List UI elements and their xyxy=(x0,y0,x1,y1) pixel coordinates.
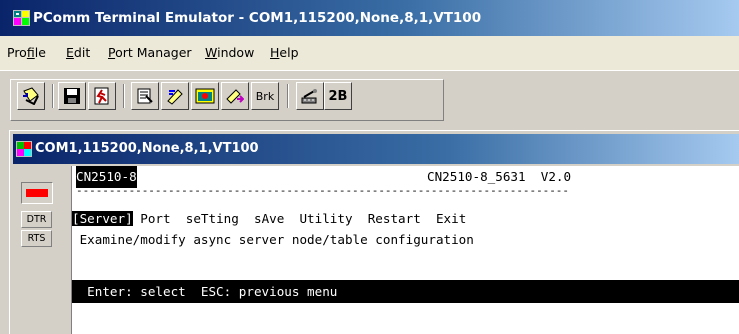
session-window: COM1,115200,None,8,1,VT100 DTR RTS CN251… xyxy=(9,130,739,334)
terminal-status-bar: Enter: select ESC: previous menu xyxy=(72,280,739,303)
app-title-bar: PComm Terminal Emulator - COM1,115200,No… xyxy=(0,0,739,36)
led-indicator xyxy=(26,189,48,197)
exit-door-icon xyxy=(94,87,109,105)
separator-rule: ----------------------------------------… xyxy=(76,184,569,197)
capture-window-icon xyxy=(195,88,215,104)
session-icon[interactable] xyxy=(16,141,32,157)
exit-button[interactable] xyxy=(88,82,116,110)
session-title: COM1,115200,None,8,1,VT100 xyxy=(35,141,259,156)
menu-line: [Server] Port seTting sAve Utility Resta… xyxy=(72,208,466,230)
toolbar-separator xyxy=(287,84,289,108)
menu-description: Examine/modify async server node/table c… xyxy=(72,232,474,247)
toolbar: Brk 2B xyxy=(0,70,739,127)
toolbar-separator xyxy=(123,84,125,108)
menu-option-server[interactable]: [Server] xyxy=(72,211,133,226)
menu-port-manager[interactable]: Port Manager xyxy=(108,36,192,70)
modem-icon xyxy=(301,89,317,104)
menu-help[interactable]: Help xyxy=(270,36,299,70)
pcomm-app-icon[interactable] xyxy=(13,10,30,26)
send-file-button[interactable] xyxy=(161,82,189,110)
rts-button[interactable]: RTS xyxy=(21,230,52,247)
signal-panel: DTR RTS xyxy=(13,166,69,334)
transfer-button[interactable] xyxy=(221,82,249,110)
menu-window[interactable]: Window xyxy=(205,36,254,70)
capture-button[interactable] xyxy=(191,82,219,110)
save-button[interactable] xyxy=(58,82,86,110)
connection-led xyxy=(21,182,53,204)
app-title: PComm Terminal Emulator - COM1,115200,No… xyxy=(33,10,482,26)
floppy-disk-icon xyxy=(64,88,80,104)
two-b-button[interactable]: 2B xyxy=(324,82,352,110)
new-session-button[interactable] xyxy=(17,82,45,110)
menu-edit[interactable]: Edit xyxy=(66,36,90,70)
send-file-icon xyxy=(167,89,183,105)
properties-icon xyxy=(137,88,153,104)
transfer-icon xyxy=(226,89,244,104)
properties-button[interactable] xyxy=(131,82,159,110)
open-session-icon xyxy=(23,87,39,105)
break-button[interactable]: Brk xyxy=(251,82,279,110)
menu-profile[interactable]: Profile xyxy=(7,36,46,70)
dtr-button[interactable]: DTR xyxy=(21,211,52,228)
menu-options[interactable]: Port seTting sAve Utility Restart Exit xyxy=(133,211,466,226)
menu-bar: Profile Edit Port Manager Window Help xyxy=(0,36,739,70)
modem-button[interactable] xyxy=(296,82,324,110)
toolbar-separator xyxy=(52,84,54,108)
terminal-screen[interactable]: CN2510-8 CN2510-8_5631 V2.0 ------------… xyxy=(71,166,739,334)
session-title-bar: COM1,115200,None,8,1,VT100 xyxy=(13,134,739,164)
